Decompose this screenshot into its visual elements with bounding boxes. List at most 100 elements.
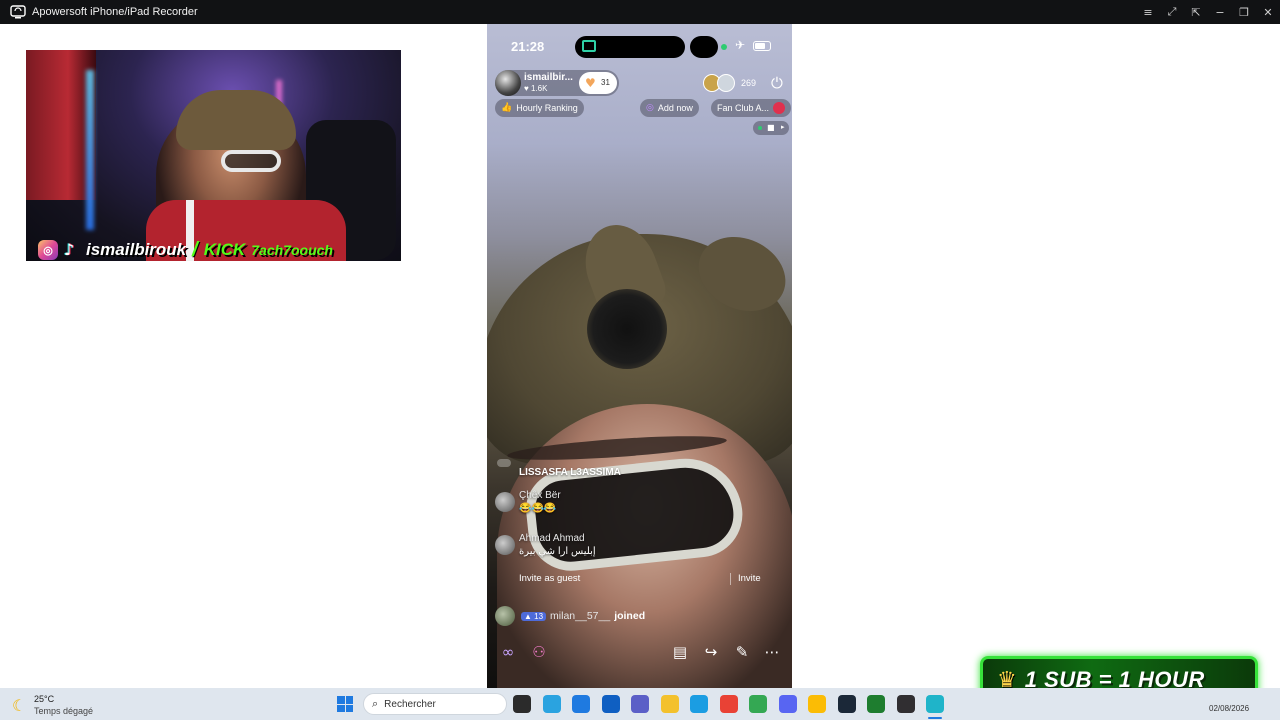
status-time: 21:28: [511, 39, 545, 54]
menu-icon[interactable]: ≡: [1136, 0, 1160, 24]
chat-username: Çhêx Bër: [519, 490, 561, 501]
taskbar-search[interactable]: ⌕ Rechercher: [363, 693, 507, 715]
link-icon[interactable]: ∞: [496, 640, 520, 664]
host-avatar[interactable]: [495, 70, 521, 96]
social-banner: ◎ ♪ ismailbirouk / KICK 7ach7oouch: [38, 238, 333, 261]
streamer-glasses: [221, 150, 281, 172]
minimize-icon[interactable]: −: [1208, 0, 1232, 24]
fullscreen-icon[interactable]: ⤢: [1160, 0, 1184, 24]
maximize-icon[interactable]: ❐: [1232, 0, 1256, 24]
dynamic-island-pill: [690, 36, 718, 58]
chat-message[interactable]: Çhêx Bër 😂😂😂: [495, 490, 745, 518]
chevron-right-icon: ▸: [781, 123, 785, 131]
guests-icon[interactable]: ⚇: [527, 640, 551, 664]
screen-mirror-icon: [582, 40, 596, 52]
folder-taskbar-icon[interactable]: [660, 695, 679, 713]
chrome-3-taskbar-icon[interactable]: [808, 695, 826, 713]
tray-date: 02/08/2026: [1209, 704, 1250, 713]
invite-as-guest-label: Invite as guest: [519, 573, 581, 584]
invite-button[interactable]: Invite: [738, 573, 761, 584]
battery-icon: [753, 41, 771, 51]
kick-name: 7ach7oouch: [251, 242, 333, 258]
edge-taskbar-icon[interactable]: [690, 695, 708, 713]
video-pompom: [587, 289, 667, 369]
add-now-label: Add now: [657, 103, 693, 113]
joined-text: joined: [614, 610, 646, 622]
airplane-icon: ✈: [735, 38, 746, 52]
joined-username: milan__57__: [550, 610, 611, 622]
moon-icon: ☾: [12, 696, 27, 715]
chat-username: Ahmad Ahmad: [519, 533, 585, 544]
fan-club-badge-icon: [773, 102, 786, 114]
kick-label: KICK: [203, 240, 246, 259]
steam-taskbar-icon[interactable]: [837, 695, 856, 713]
weather-desc: Temps dégagé: [34, 706, 94, 716]
camera-active-dot: [721, 44, 727, 50]
app-title-bar: Apowersoft iPhone/iPad Recorder ≡ ⤢ ⇱ − …: [0, 0, 1280, 24]
webcam-feed: ◎ ♪ ismailbirouk / KICK 7ach7oouch: [26, 50, 401, 261]
windows-start-icon[interactable]: [337, 696, 353, 712]
host-card[interactable]: ismailbir... ♥ 1.6K ♥ 31: [495, 70, 619, 96]
edit-icon[interactable]: ✎: [730, 640, 754, 664]
pin-icon[interactable]: ⇱: [1184, 0, 1208, 24]
user-level: 13: [534, 611, 544, 621]
share-icon[interactable]: ↪: [699, 640, 723, 664]
power-icon[interactable]: ⏻: [771, 74, 783, 92]
teams-taskbar-icon[interactable]: [631, 695, 649, 713]
weather-temp: 25°C: [34, 694, 55, 704]
instagram-icon: ◎: [38, 240, 58, 260]
windows-taskbar: ☾ 25°C Temps dégagé ⌕ Rechercher 02/08/2…: [0, 688, 1280, 720]
neon-light-left: [86, 70, 94, 230]
window-title: Apowersoft iPhone/iPad Recorder: [32, 6, 198, 18]
social-handle: ismailbirouk: [86, 240, 187, 259]
add-now-pill[interactable]: ◎ Add now: [640, 99, 699, 117]
more-icon[interactable]: ⋯: [760, 640, 784, 664]
recorder-app-icon: [10, 5, 26, 19]
invite-divider: [730, 573, 731, 585]
viewer-count: 269: [741, 78, 757, 88]
hourly-ranking-pill[interactable]: 👍 Hourly Ranking: [495, 99, 584, 117]
terminal-taskbar-icon[interactable]: [867, 695, 885, 713]
streamer-hat: [176, 90, 296, 150]
chat-title: LISSASFA L3ASSIMA: [519, 467, 621, 478]
chrome-taskbar-icon[interactable]: [719, 695, 738, 713]
live-dot: [758, 126, 762, 130]
media-icon[interactable]: ▤: [668, 640, 692, 664]
active-app-indicator: [928, 717, 942, 719]
follow-button[interactable]: ♥ 31: [579, 72, 617, 94]
hourly-ranking-label: Hourly Ranking: [516, 103, 578, 113]
thumbs-up-icon: 👍: [501, 103, 513, 113]
obs-taskbar-icon[interactable]: [896, 695, 915, 713]
window-controls: ≡ ⤢ ⇱ − ❐ ✕: [1136, 0, 1280, 24]
close-icon[interactable]: ✕: [1256, 0, 1280, 24]
search-placeholder: Rechercher: [384, 698, 436, 710]
live-status-pill[interactable]: ■ ▸: [753, 121, 789, 135]
chrome-2-taskbar-icon[interactable]: [749, 695, 767, 713]
chat-text: 😂😂😂: [519, 503, 557, 514]
viewer-list[interactable]: 269: [703, 74, 757, 92]
recorder-taskbar-icon[interactable]: [926, 695, 944, 713]
fan-club-label: Fan Club A...: [717, 103, 770, 113]
outlook-taskbar-icon[interactable]: [601, 695, 620, 713]
chat-message[interactable]: Ahmad Ahmad إبليس ارا شي بيرة: [495, 533, 745, 561]
discord-taskbar-icon[interactable]: [778, 695, 797, 713]
heart-icon: ♥: [585, 76, 596, 90]
target-icon: ◎: [646, 103, 654, 113]
viewer-avatar[interactable]: [717, 74, 735, 92]
search-icon: ⌕: [372, 697, 379, 710]
host-likes: ♥ 1.6K: [524, 84, 548, 93]
chat-avatar[interactable]: [495, 535, 515, 555]
telegram-taskbar-icon[interactable]: [542, 695, 561, 713]
chat-pin-icon: [497, 459, 511, 467]
host-name: ismailbir...: [524, 72, 573, 83]
camera-icon: ■: [767, 123, 775, 132]
file-explorer-dark-taskbar-icon[interactable]: [513, 695, 531, 713]
fan-club-pill[interactable]: Fan Club A...: [711, 99, 792, 117]
user-level-badge: ▲ 13: [521, 611, 547, 621]
joined-notification: ▲ 13 milan__57__ joined: [495, 606, 645, 626]
chat-avatar[interactable]: [495, 492, 515, 512]
store-taskbar-icon[interactable]: [572, 695, 590, 713]
tiktok-icon: ♪: [64, 240, 75, 259]
joined-avatar: [495, 606, 515, 626]
live-bottom-toolbar: ∞ ⚇ ▤ ↪ ✎ ⋯: [487, 640, 792, 664]
